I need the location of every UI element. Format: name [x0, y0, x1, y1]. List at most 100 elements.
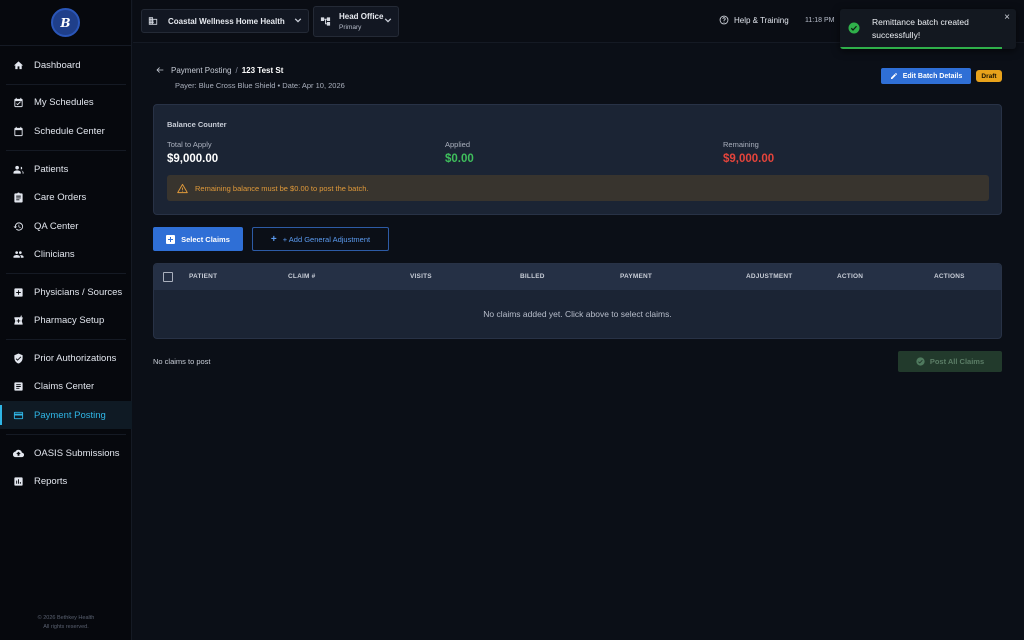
- sidebar-item-label: Claims Center: [34, 380, 95, 392]
- help-training-link[interactable]: Help & Training: [719, 15, 789, 25]
- post-all-label: Post All Claims: [929, 357, 985, 366]
- success-toast: Remittance batch created successfully! ×: [840, 9, 1016, 49]
- sidebar-item-label: Pharmacy Setup: [34, 314, 105, 326]
- sidebar-item-label: Prior Authorizations: [34, 352, 117, 364]
- pharmacy-icon: [12, 314, 24, 326]
- sidebar-item-label: Care Orders: [34, 191, 87, 203]
- balance-warning: Remaining balance must be $0.00 to post …: [167, 175, 989, 201]
- batch-subline: Payer: Blue Cross Blue Shield • Date: Ap…: [175, 81, 345, 90]
- sidebar-item-care-orders[interactable]: Care Orders: [0, 183, 132, 211]
- claims-table: PATIENT CLAIM # VISITS BILLED PAYMENT AD…: [153, 263, 1002, 339]
- nav-divider: [6, 273, 126, 274]
- shield-check-icon: [12, 352, 24, 364]
- column-header-visits[interactable]: VISITS: [410, 273, 432, 280]
- nav-divider: [6, 339, 126, 340]
- status-badge: Draft: [976, 70, 1002, 82]
- sidebar-item-label: Clinicians: [34, 248, 75, 260]
- sidebar: B Dashboard My Schedules Schedule Center…: [0, 0, 132, 640]
- nav-divider: [6, 150, 126, 151]
- sidebar-item-prior-authorizations[interactable]: Prior Authorizations: [0, 344, 132, 372]
- column-header-adjustment[interactable]: ADJUSTMENT: [746, 273, 792, 280]
- column-header-actions[interactable]: ACTIONS: [934, 273, 965, 280]
- cloud-upload-icon: [12, 447, 24, 459]
- office-type: Primary: [339, 23, 362, 31]
- back-arrow-icon[interactable]: [155, 65, 165, 75]
- calendar-icon: [12, 125, 24, 137]
- sidebar-item-label: Physicians / Sources: [34, 286, 123, 298]
- history-icon: [12, 220, 24, 232]
- toast-message: Remittance batch created successfully!: [872, 17, 969, 40]
- applied-stat: Applied $0.00: [445, 140, 474, 165]
- applied-label: Applied: [445, 140, 471, 149]
- column-header-patient[interactable]: PATIENT: [189, 273, 217, 280]
- add-box-icon: [166, 234, 176, 244]
- chevron-down-icon: [294, 16, 302, 26]
- credit-card-icon: [12, 409, 24, 421]
- add-general-adjustment-button[interactable]: + + Add General Adjustment: [252, 227, 389, 251]
- sidebar-item-label: Reports: [34, 475, 68, 487]
- applied-value: $0.00: [445, 153, 474, 165]
- column-header-billed[interactable]: BILLED: [520, 273, 545, 280]
- check-circle-icon: [848, 22, 860, 34]
- select-claims-label: Select Claims: [181, 234, 230, 244]
- empty-table-message: No claims added yet. Click above to sele…: [483, 309, 672, 319]
- sidebar-item-payment-posting[interactable]: Payment Posting: [0, 401, 132, 429]
- sidebar-item-clinicians[interactable]: Clinicians: [0, 240, 132, 268]
- balance-title: Balance Counter: [167, 120, 227, 129]
- sidebar-item-pharmacy-setup[interactable]: Pharmacy Setup: [0, 306, 132, 334]
- sidebar-footer: © 2026 Bethkey Health All rights reserve…: [0, 614, 132, 632]
- post-status-text: No claims to post: [153, 357, 211, 366]
- people-icon: [12, 163, 24, 175]
- sidebar-item-my-schedules[interactable]: My Schedules: [0, 88, 132, 116]
- sidebar-item-qa-center[interactable]: QA Center: [0, 212, 132, 240]
- sidebar-item-label: Payment Posting: [34, 409, 106, 421]
- office-select[interactable]: Head Office Primary: [313, 6, 399, 37]
- organization-name: Coastal Wellness Home Health: [168, 16, 285, 26]
- medical-plus-icon: [12, 286, 24, 298]
- sidebar-item-label: Dashboard: [34, 59, 81, 71]
- sidebar-item-schedule-center[interactable]: Schedule Center: [0, 117, 132, 145]
- remaining-label: Remaining: [723, 140, 759, 149]
- sidebar-item-label: Patients: [34, 163, 69, 175]
- total-label: Total to Apply: [167, 140, 212, 149]
- sidebar-item-physicians-sources[interactable]: Physicians / Sources: [0, 278, 132, 306]
- help-circle-icon: [719, 15, 729, 25]
- post-all-claims-button[interactable]: Post All Claims: [898, 351, 1002, 372]
- remaining-value: $9,000.00: [723, 153, 775, 165]
- clipboard-icon: [12, 191, 24, 203]
- group-icon: [12, 248, 24, 260]
- sidebar-item-patients[interactable]: Patients: [0, 155, 132, 183]
- sidebar-item-oasis-submissions[interactable]: OASIS Submissions: [0, 439, 132, 467]
- breadcrumb: Payment Posting / 123 Test St: [155, 65, 283, 75]
- column-header-action[interactable]: ACTION: [837, 273, 863, 280]
- app-logo[interactable]: B: [51, 8, 80, 37]
- sidebar-item-reports[interactable]: Reports: [0, 467, 132, 495]
- rights-text: All rights reserved.: [43, 624, 89, 630]
- add-adjustment-label: + Add General Adjustment: [282, 234, 371, 244]
- edit-batch-details-button[interactable]: Edit Batch Details: [881, 68, 971, 84]
- sidebar-item-claims-center[interactable]: Claims Center: [0, 372, 132, 400]
- clock: 11:18 PM: [805, 17, 835, 24]
- organization-select[interactable]: Coastal Wellness Home Health: [141, 9, 309, 33]
- remaining-stat: Remaining $9,000.00: [723, 140, 774, 165]
- main-content: Payment Posting / 123 Test St Payer: Blu…: [133, 44, 1024, 640]
- sidebar-item-label: QA Center: [34, 220, 79, 232]
- hierarchy-icon: [320, 17, 331, 26]
- sidebar-item-label: My Schedules: [34, 96, 94, 108]
- nav-divider: [6, 434, 126, 435]
- select-claims-button[interactable]: Select Claims: [153, 227, 243, 251]
- sidebar-item-label: Schedule Center: [34, 125, 105, 137]
- sidebar-item-dashboard[interactable]: Dashboard: [0, 51, 132, 79]
- breadcrumb-current: 123 Test St: [241, 65, 284, 75]
- copyright-text: © 2026 Bethkey Health: [37, 615, 95, 621]
- breadcrumb-payment-posting[interactable]: Payment Posting: [171, 66, 231, 75]
- nav-divider: [6, 84, 126, 85]
- document-icon: [12, 380, 24, 392]
- plus-icon: +: [270, 233, 277, 245]
- select-all-checkbox[interactable]: [163, 272, 173, 282]
- column-header-payment[interactable]: PAYMENT: [620, 273, 652, 280]
- breadcrumb-separator: /: [235, 65, 238, 75]
- column-header-claim[interactable]: CLAIM #: [288, 273, 315, 280]
- building-icon: [148, 17, 158, 25]
- close-icon[interactable]: ×: [1004, 12, 1010, 23]
